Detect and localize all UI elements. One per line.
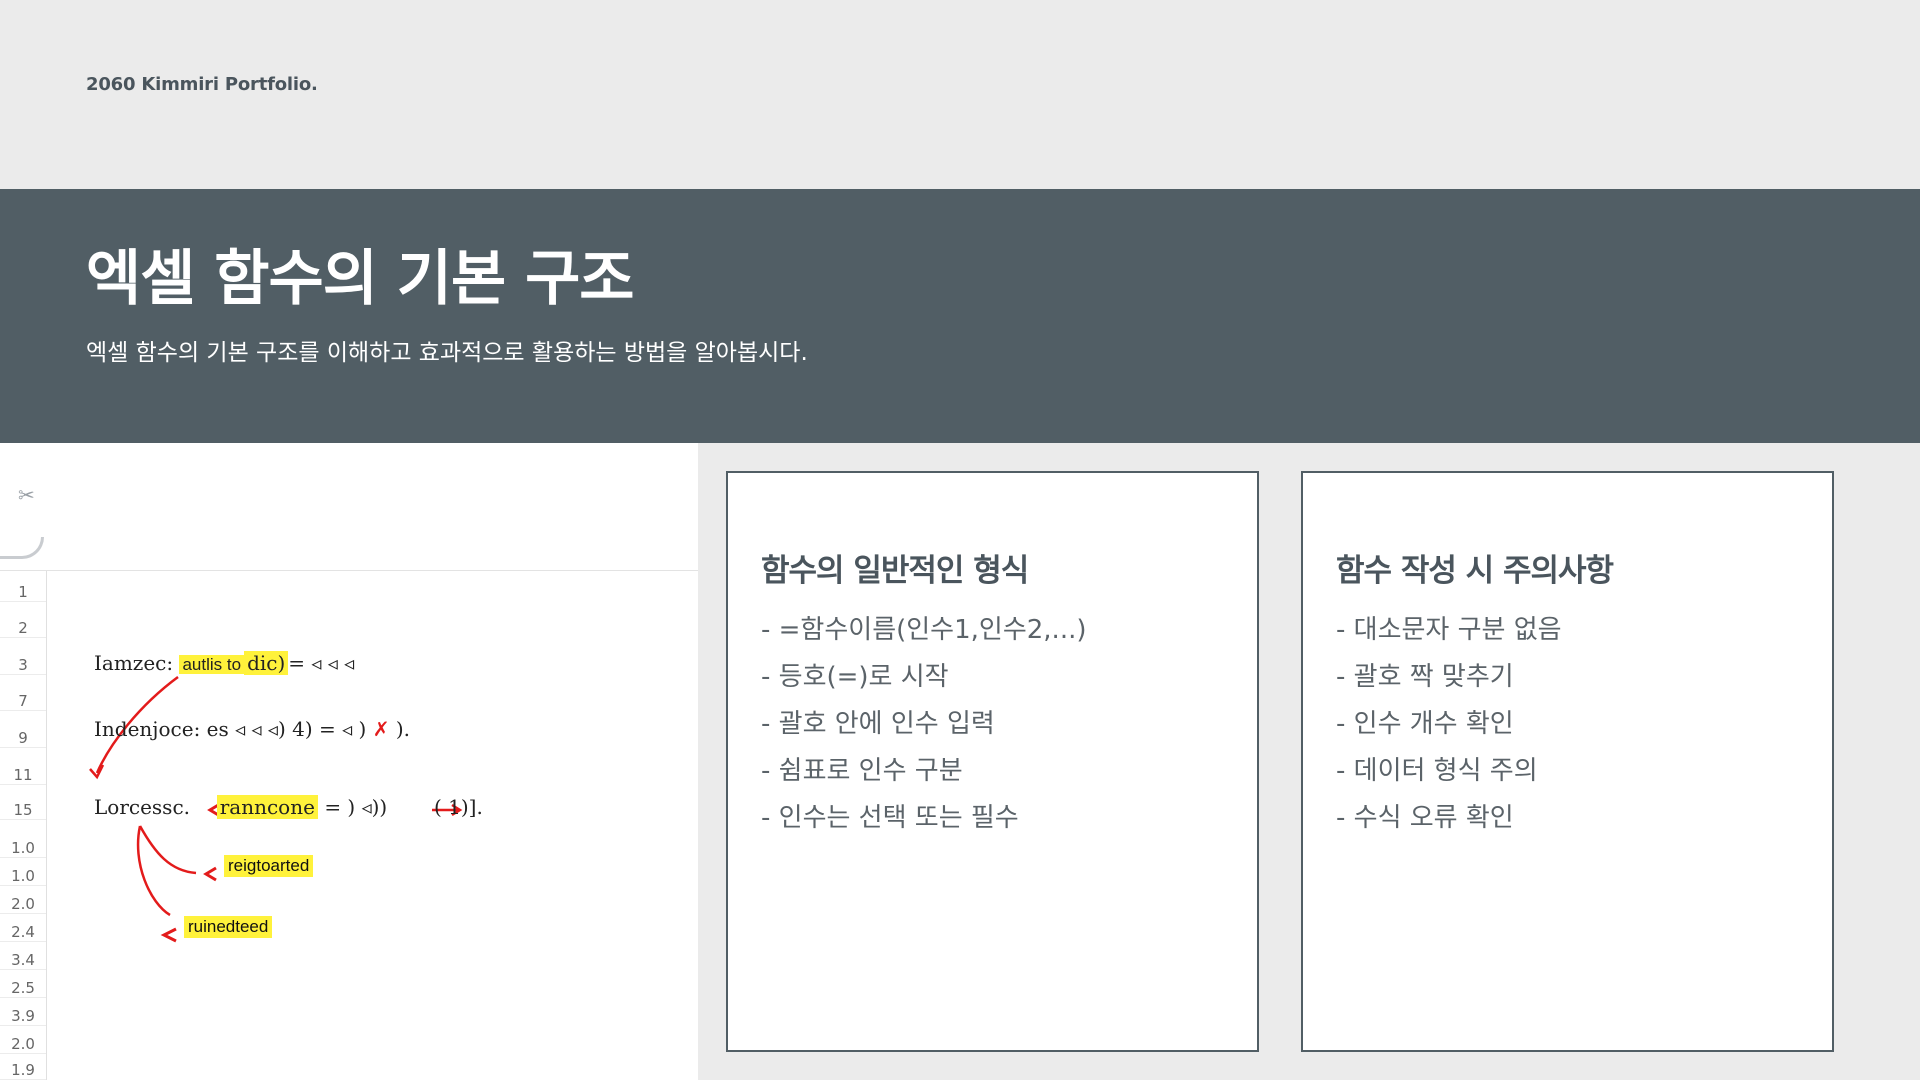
page-subtitle: 엑셀 함수의 기본 구조를 이해하고 효과적으로 활용하는 방법을 알아봅시다. [86,340,808,366]
card-title: 함수의 일반적인 형식 [761,553,1029,589]
list-item: - 데이터 형식 주의 [1336,756,1538,786]
list-item: - 괄호 짝 맞추기 [1336,662,1514,692]
list-item: - =함수이름(인수1,인수2,...) [761,615,1087,645]
annotation-note: ruinedteed [184,916,273,938]
format-card: 함수의 일반적인 형식 - =함수이름(인수1,인수2,...) - 등호(=)… [726,471,1259,1052]
list-item: - 인수 개수 확인 [1336,709,1514,739]
card-title: 함수 작성 시 주의사항 [1336,553,1614,589]
formula-text: = ◃ ◃ ◃ [288,651,355,675]
page-title: 엑셀 함수의 기본 구조 [86,244,634,314]
formula-line-1: Iamzec: autlis to dic) = ◃ ◃ ◃ [94,651,354,675]
list-item: - 쉼표로 인수 구분 [761,756,963,786]
formula-text: Indenjoce: es ◃ ◃ ◃) 4) = ◃ ) [94,717,373,741]
card-list: - 대소문자 구분 없음 - 괄호 짝 맞추기 - 인수 개수 확인 - 데이터… [1336,607,1562,842]
formula-highlight: ranncone [216,795,318,819]
card-list: - =함수이름(인수1,인수2,...) - 등호(=)로 시작 - 괄호 안에… [761,607,1087,842]
list-item: - 괄호 안에 인수 입력 [761,709,995,739]
error-mark-icon: ✗ [372,717,390,741]
formula-text: ( 1)]. [433,795,483,819]
list-item: - 대소문자 구분 없음 [1336,615,1562,645]
formula-text: Lorcessc. [94,795,191,819]
formula-text: = ) ◃)) [324,795,388,819]
caution-card: 함수 작성 시 주의사항 - 대소문자 구분 없음 - 괄호 짝 맞추기 - 인… [1301,471,1834,1052]
formula-highlight: autlis to [179,655,245,674]
formula-line-2: Indenjoce: es ◃ ◃ ◃) 4) = ◃ ) ✗ ). [94,717,410,741]
spreadsheet-image: ✂ 1 2 3 7 9 11 15 1.0 1.0 2.0 2.4 3.4 2.… [0,443,698,1080]
formula-text: ). [395,717,410,741]
formula-line-3: Lorcessc. ranncone = ) ◃)) ( 1)]. [94,795,483,819]
list-item: - 등호(=)로 시작 [761,662,949,692]
formula-highlight: dic) [244,651,289,675]
formula-text: Iamzec: [94,651,174,675]
list-item: - 수식 오류 확인 [1336,803,1514,833]
annotation-arrows [89,675,463,943]
list-item: - 인수는 선택 또는 필수 [761,803,1019,833]
brand-label: 2060 Kimmiri Portfolio. [86,74,318,95]
annotation-note: reigtoarted [224,855,314,877]
